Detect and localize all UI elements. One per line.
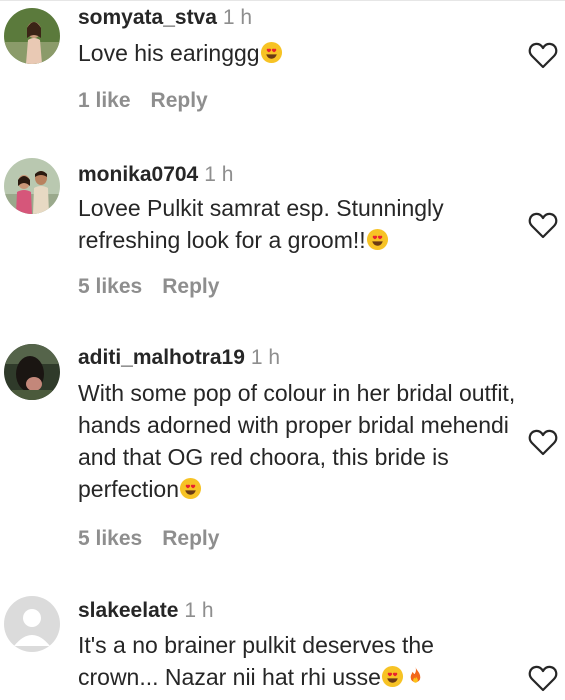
heart-eyes-emoji-icon (179, 477, 202, 500)
comment-username[interactable]: monika0704 (78, 163, 198, 186)
avatar[interactable] (4, 596, 60, 652)
comment-text: With some pop of colour in her bridal ou… (78, 380, 516, 502)
avatar[interactable] (4, 158, 60, 214)
comment-username[interactable]: aditi_malhotra19 (78, 346, 245, 369)
heart-eyes-emoji-icon (260, 41, 283, 64)
comment-text-wrap: It's a no brainer pulkit deserves the cr… (78, 629, 513, 693)
comment-text: Lovee Pulkit samrat esp. Stunningly refr… (78, 195, 444, 253)
comment-text: Love his earinggg (78, 40, 260, 66)
comment-text-wrap: With some pop of colour in her bridal ou… (78, 377, 523, 505)
avatar[interactable] (4, 8, 60, 64)
like-heart-icon[interactable] (528, 41, 558, 69)
comment-text-wrap: Lovee Pulkit samrat esp. Stunningly refr… (78, 192, 508, 256)
comment-time: 1 h (222, 6, 253, 29)
comment-username[interactable]: somyata_stva (78, 6, 217, 29)
like-heart-icon[interactable] (528, 664, 558, 692)
comment-likes[interactable]: 5 likes (78, 275, 142, 299)
heart-eyes-emoji-icon (366, 228, 389, 251)
comment-text-wrap: Love his earinggg (78, 37, 518, 69)
reply-button[interactable]: Reply (162, 527, 219, 551)
comment-username[interactable]: slakeelate (78, 599, 178, 622)
avatar[interactable] (4, 344, 60, 400)
heart-eyes-emoji-icon (381, 665, 404, 688)
like-heart-icon[interactable] (528, 211, 558, 239)
fire-emoji-icon (404, 665, 427, 688)
comment-time: 1 h (250, 346, 281, 369)
comment-time: 1 h (184, 599, 214, 622)
comment-likes[interactable]: 5 likes (78, 527, 142, 551)
comment-likes[interactable]: 1 like (78, 89, 131, 113)
reply-button[interactable]: Reply (151, 89, 208, 113)
comment-time: 1 h (204, 163, 234, 186)
top-divider (0, 0, 565, 1)
like-heart-icon[interactable] (528, 428, 558, 456)
reply-button[interactable]: Reply (162, 275, 219, 299)
